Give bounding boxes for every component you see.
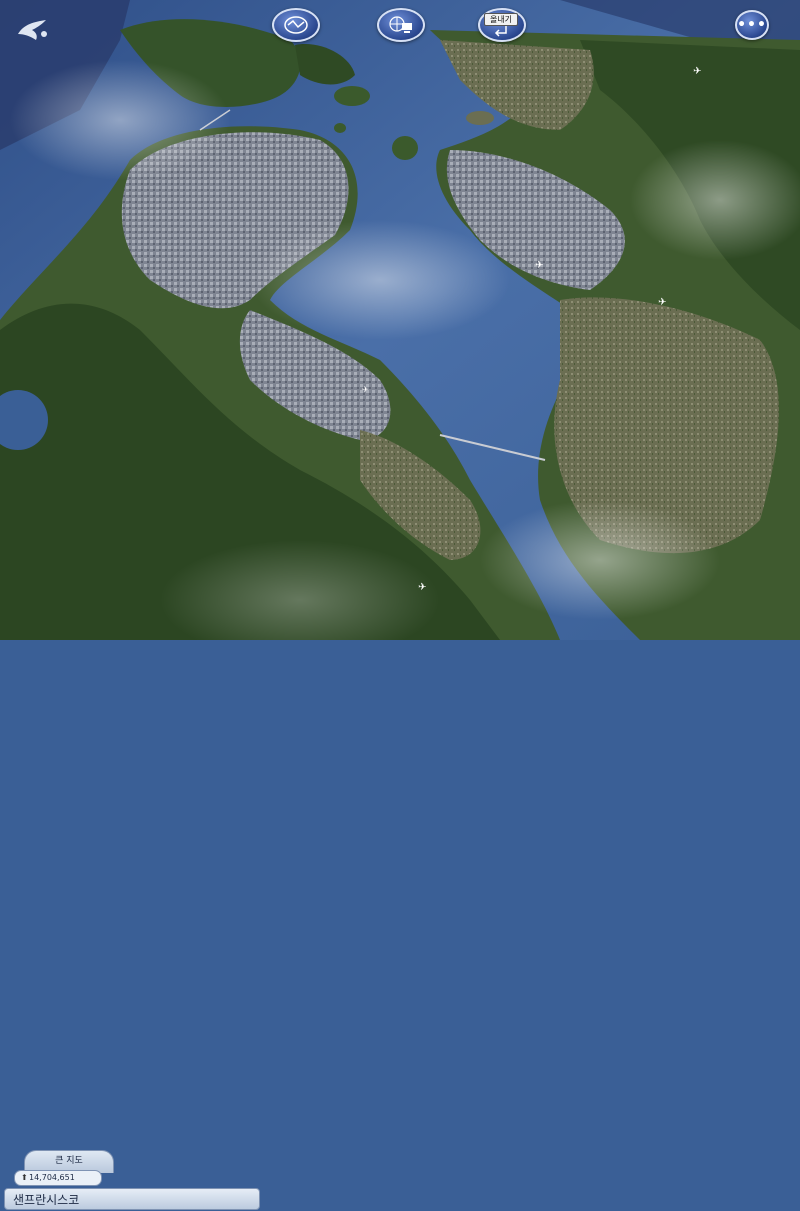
airplane-icon: ✈	[418, 582, 426, 593]
airplane-icon: ✈	[362, 385, 369, 394]
population-value: 14,704,651	[29, 1173, 75, 1182]
island-1	[334, 86, 370, 106]
city-info-panel: 큰 지도 ⬆14,704,651 샌프란시스코	[0, 574, 264, 1210]
person-icon: ⬆	[21, 1173, 28, 1182]
region-view-icon	[284, 16, 308, 34]
glider-logo-icon	[18, 20, 47, 40]
cloud-4	[480, 500, 720, 620]
city-name[interactable]: 샌프란시스코	[4, 1188, 260, 1210]
more-options-icon: •••	[737, 17, 767, 33]
airplane-icon: ✈	[535, 260, 543, 271]
region-view-button[interactable]	[272, 8, 320, 42]
island-3	[334, 123, 346, 133]
cloud-2	[10, 60, 230, 180]
airplane-icon: ✈	[693, 66, 701, 77]
network-button[interactable]	[377, 8, 425, 42]
island-4	[466, 111, 494, 125]
export-button[interactable]: 올내기	[478, 8, 526, 42]
island-2	[392, 136, 418, 160]
city-3d-view[interactable]: ✈ ✈ ✈ ✈ ✈	[0, 0, 800, 640]
cloud-1	[250, 220, 510, 340]
airplane-icon: ✈	[658, 297, 666, 308]
top-toolbar: 올내기 •••	[0, 0, 800, 44]
more-options-button[interactable]: •••	[735, 10, 769, 40]
export-arrow-icon	[494, 26, 507, 37]
computer-network-icon	[389, 16, 412, 33]
population-display: ⬆14,704,651	[14, 1170, 102, 1186]
